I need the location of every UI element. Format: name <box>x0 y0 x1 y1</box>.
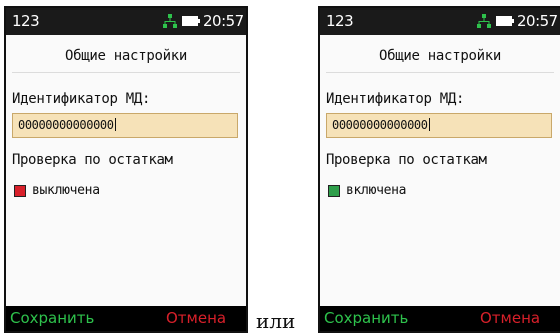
or-separator: или <box>256 309 296 333</box>
title-divider <box>12 72 240 73</box>
device-screen-disabled: 123 20:57 Общие настройки Идентификатор … <box>4 6 248 333</box>
softkey-bar: Сохранить Отмена <box>6 306 246 331</box>
cancel-softkey[interactable]: Отмена <box>166 309 226 327</box>
save-softkey[interactable]: Сохранить <box>324 309 408 327</box>
network-icon <box>477 14 491 28</box>
page-title: Общие настройки <box>379 48 501 64</box>
identifier-input[interactable]: 00000000000000 <box>326 113 552 138</box>
stock-check-label: Проверка по остаткам <box>12 152 173 168</box>
status-time: 20:57 <box>203 12 244 30</box>
softkey-bar: Сохранить Отмена <box>320 306 560 331</box>
status-number: 123 <box>326 12 354 30</box>
text-caret <box>428 118 430 131</box>
identifier-input[interactable]: 00000000000000 <box>12 113 238 138</box>
network-icon <box>163 14 177 28</box>
toggle-on-indicator <box>328 185 340 197</box>
status-bar: 123 20:57 <box>320 8 560 35</box>
toggle-state-text: выключена <box>32 183 100 198</box>
title-divider <box>326 72 554 73</box>
identifier-value: 00000000000000 <box>18 118 114 132</box>
device-screen-enabled: 123 20:57 Общие настройки Идентификатор … <box>318 6 560 333</box>
status-bar: 123 20:57 <box>6 8 246 35</box>
toggle-off-indicator <box>14 185 26 197</box>
status-number: 123 <box>12 12 40 30</box>
toggle-state-text: включена <box>346 183 407 198</box>
status-time: 20:57 <box>517 12 558 30</box>
stock-check-label: Проверка по остаткам <box>326 152 487 168</box>
battery-icon <box>496 16 514 26</box>
battery-icon <box>182 16 200 26</box>
identifier-label: Идентификатор МД: <box>12 91 151 107</box>
page-title: Общие настройки <box>65 48 187 64</box>
identifier-value: 00000000000000 <box>332 118 428 132</box>
identifier-label: Идентификатор МД: <box>326 91 465 107</box>
cancel-softkey[interactable]: Отмена <box>480 309 540 327</box>
save-softkey[interactable]: Сохранить <box>10 309 94 327</box>
text-caret <box>114 118 116 131</box>
